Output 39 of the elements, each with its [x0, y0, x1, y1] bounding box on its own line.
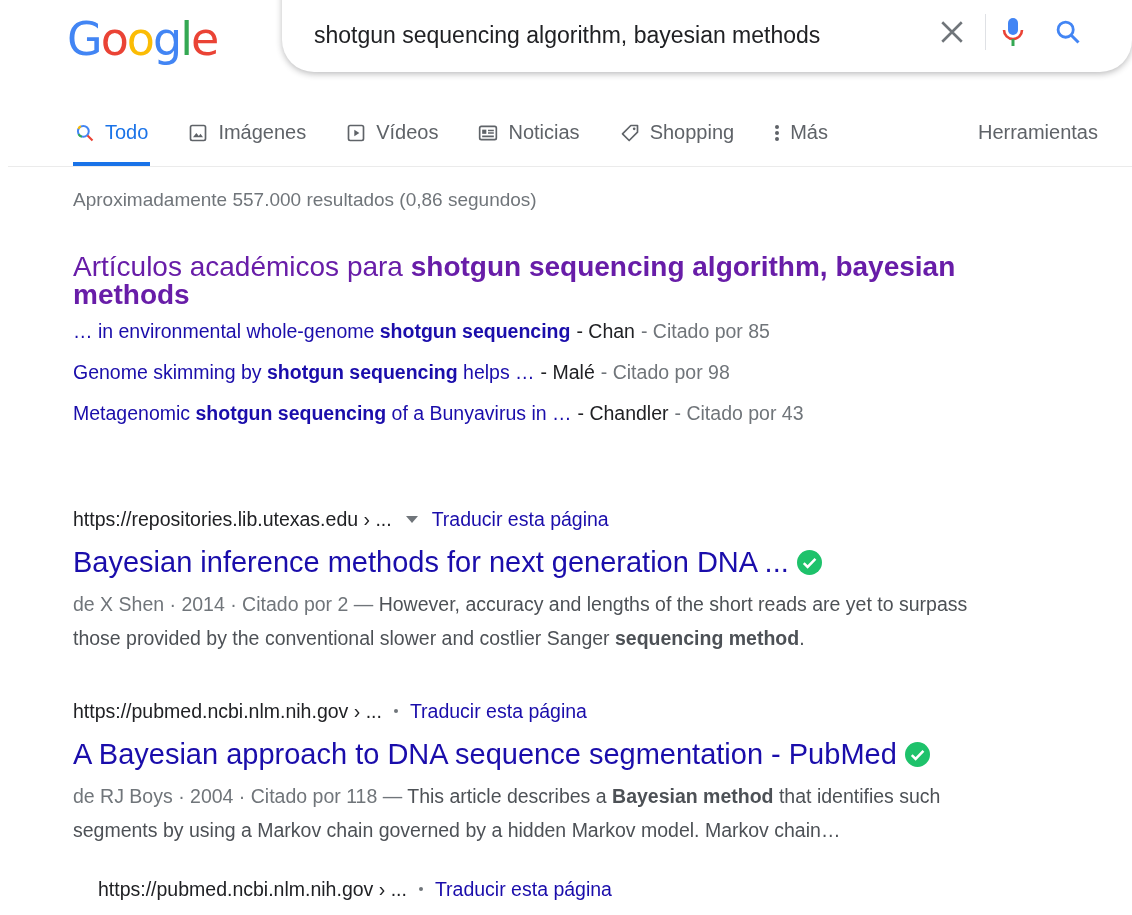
- tab[interactable]: Todo: [73, 121, 151, 166]
- result-url[interactable]: https://repositories.lib.utexas.edu › ...: [73, 507, 392, 531]
- tab[interactable]: Imágenes: [186, 121, 309, 166]
- translate-link[interactable]: Traducir esta página: [409, 699, 587, 723]
- result-stats: Aproximadamente 557.000 resultados (0,86 segundos): [73, 189, 538, 211]
- cited-by-link[interactable]: - Citado por 98: [600, 360, 730, 384]
- article-link[interactable]: Genome skimming by shotgun sequencing helps …: [73, 360, 535, 384]
- logo[interactable]: Google: [67, 14, 282, 64]
- translate-link[interactable]: Traducir esta página: [431, 507, 609, 531]
- article-link[interactable]: Metagenomic shotgun sequencing of a Bunyavirus in …: [73, 401, 572, 425]
- scholar-heading[interactable]: Artículos académicos para shotgun sequencing algorithm, bayesian methods: [73, 253, 1073, 309]
- tab[interactable]: Noticias: [476, 121, 582, 166]
- search-field[interactable]: shotgun sequencing algorithm, bayesian methods: [282, 0, 1132, 72]
- cited-by-link[interactable]: - Citado por 85: [640, 319, 770, 343]
- result-url[interactable]: https://pubmed.ncbi.nlm.nih.gov › ...: [98, 877, 407, 901]
- article-author: - Chandler: [577, 401, 669, 425]
- image-icon: [188, 122, 209, 143]
- result-title[interactable]: A Bayesian approach to DNA sequence segmentation - PubMed: [73, 737, 897, 771]
- tab[interactable]: Shopping: [617, 121, 737, 166]
- result-title[interactable]: Bayesian inference methods for next generation DNA ...: [73, 545, 789, 579]
- search-icon[interactable]: [1054, 18, 1082, 46]
- translate-link[interactable]: Traducir esta página: [434, 877, 612, 901]
- tab[interactable]: Vídeos: [344, 121, 441, 166]
- article-author: - Malé: [540, 360, 595, 384]
- cited-by-link[interactable]: - Citado por 43: [674, 401, 804, 425]
- search-icon: [75, 122, 95, 143]
- article-link[interactable]: … in environmental whole-genome shotgun sequencing: [73, 319, 571, 343]
- article-author: - Chan: [576, 319, 635, 343]
- result-url[interactable]: https://pubmed.ncbi.nlm.nih.gov › ...: [73, 699, 382, 723]
- tab[interactable]: Más: [772, 121, 830, 166]
- result-snippet: de X Shen · 2014 · Citado por 2 — However, accuracy and lengths of the short reads are yet to surpass those provided by the conventional slower and costlier Sanger sequencing method.: [73, 592, 969, 651]
- result-snippet: de RJ Boys · 2004 · Citado por 118 — This article describes a Bayesian method that identifies such segments by using a Markov chain governed by a hidden Markov model. Markov chain…: [73, 784, 942, 843]
- close-icon[interactable]: [939, 19, 965, 45]
- more-icon: [774, 122, 781, 143]
- caret-icon[interactable]: [405, 515, 418, 523]
- tools-link[interactable]: Herramientas: [977, 121, 1098, 166]
- microphone-icon[interactable]: [1002, 17, 1024, 47]
- play-icon: [346, 122, 367, 143]
- tag-icon: [619, 122, 640, 143]
